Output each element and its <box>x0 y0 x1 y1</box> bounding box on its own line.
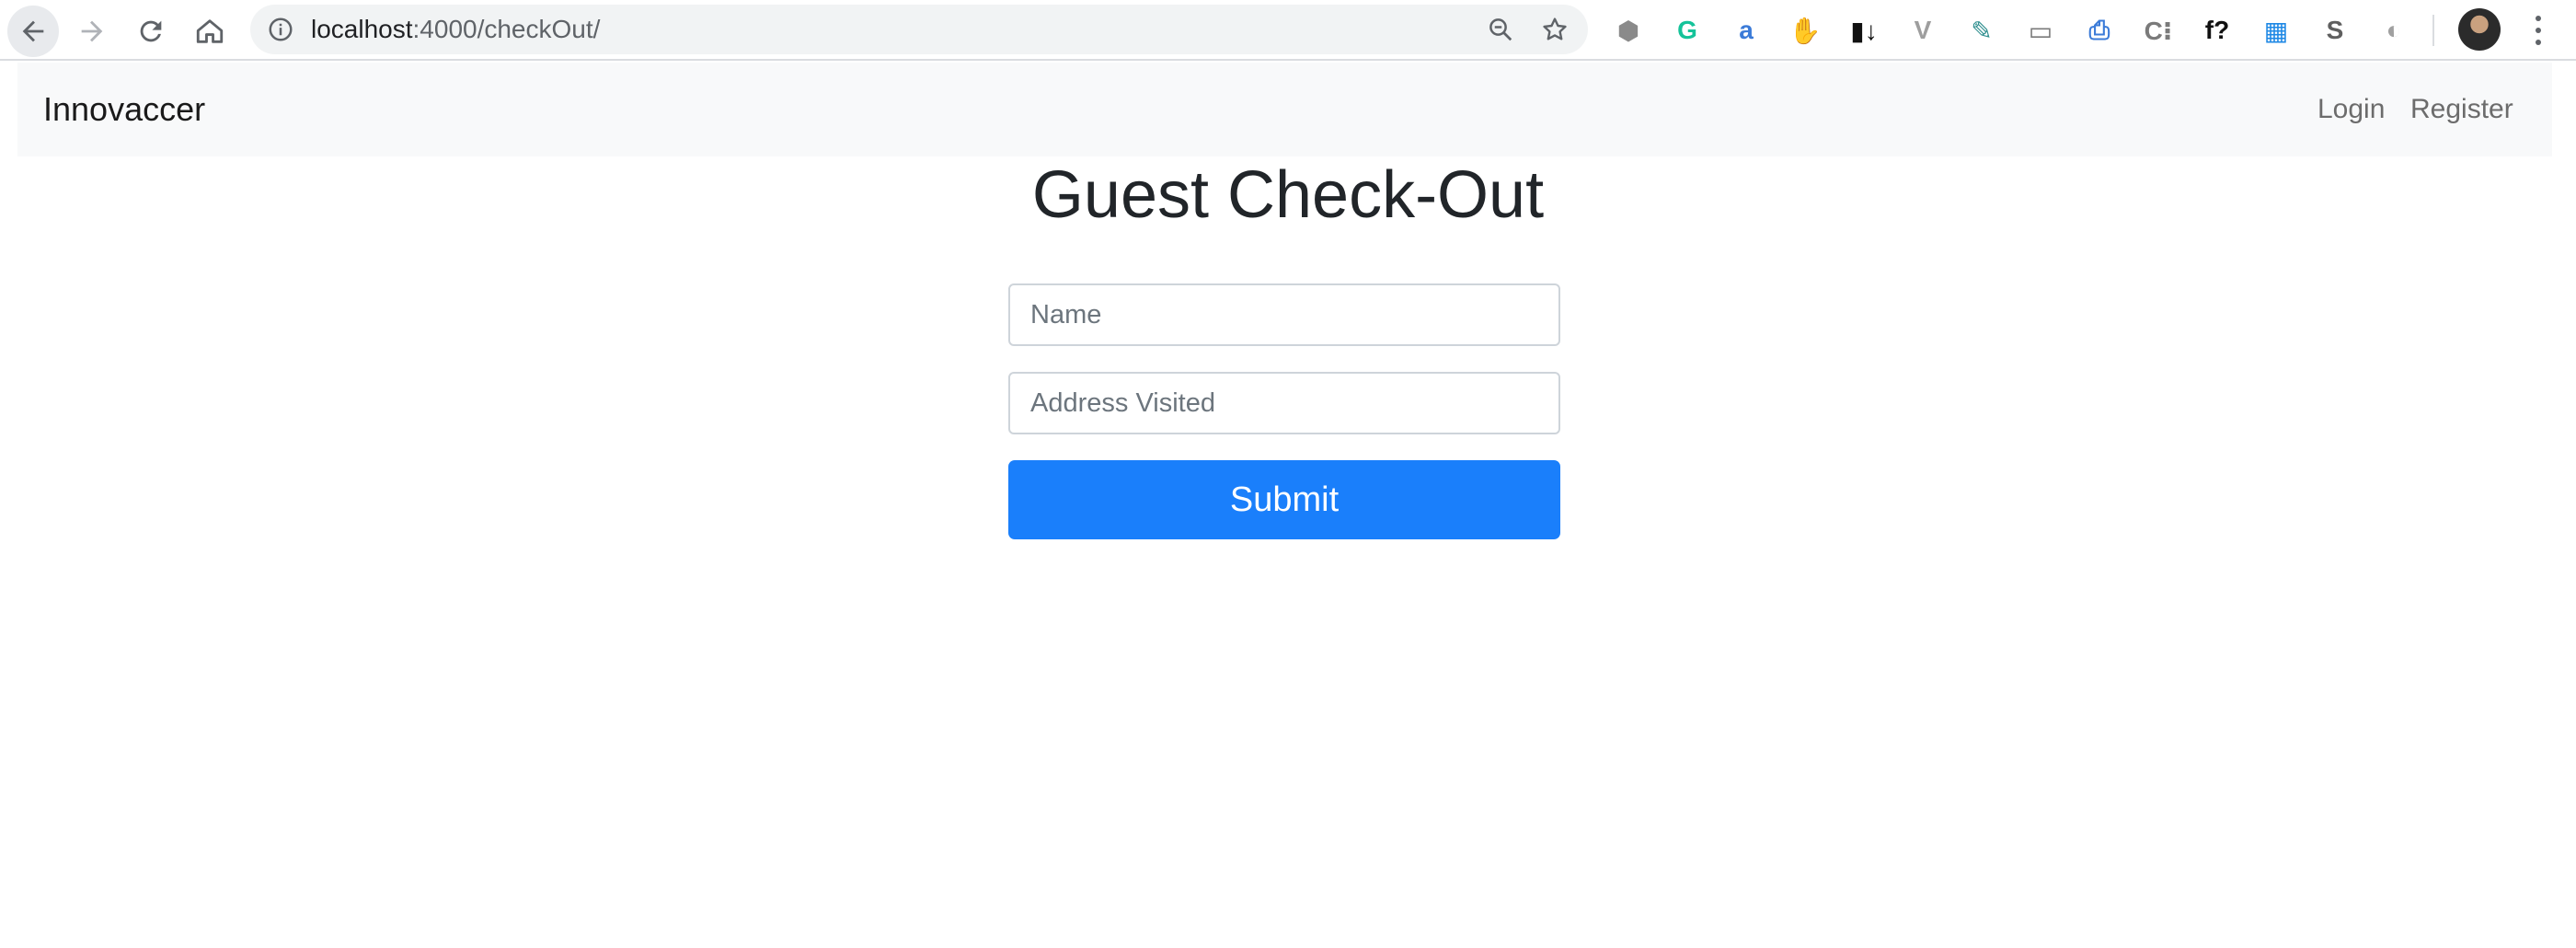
back-button[interactable] <box>7 6 59 57</box>
grammarly-icon[interactable]: G <box>1669 12 1706 49</box>
address-input[interactable] <box>1008 372 1560 434</box>
url-host: localhost <box>311 15 413 43</box>
page-title: Guest Check-Out <box>1031 158 1545 232</box>
arrow-right-icon <box>81 20 103 42</box>
login-link[interactable]: Login <box>2317 63 2385 156</box>
profile-avatar[interactable] <box>2458 8 2501 51</box>
stop-hand-icon[interactable]: ✋ <box>1787 12 1823 49</box>
url-text[interactable]: localhost:4000/checkOut/ <box>311 5 600 54</box>
site-navbar: Innovaccer Login Register <box>17 63 2552 156</box>
printer-extension-icon[interactable]: ⎙ <box>2081 12 2118 49</box>
address-bar[interactable]: localhost:4000/checkOut/ <box>250 5 1588 54</box>
vue-devtools-icon[interactable]: V <box>1904 12 1941 49</box>
home-button[interactable] <box>184 6 236 57</box>
c-extension-icon[interactable]: C⁝ <box>2140 12 2177 49</box>
a-extension-icon[interactable]: a <box>1728 12 1765 49</box>
cast-window-icon[interactable]: ▭ <box>2022 12 2059 49</box>
submit-button[interactable]: Submit <box>1008 460 1560 539</box>
zoom-icon[interactable] <box>1487 16 1514 43</box>
info-icon[interactable] <box>267 16 294 43</box>
forward-button[interactable] <box>66 6 118 57</box>
browser-menu-icon[interactable] <box>2524 13 2552 48</box>
s-extension-icon[interactable]: S <box>2317 12 2353 49</box>
toolbar-divider <box>2432 15 2434 46</box>
reload-button[interactable] <box>125 6 177 57</box>
register-link[interactable]: Register <box>2410 63 2513 156</box>
circle-extension-icon[interactable]: ◐ <box>2375 12 2412 49</box>
whatfont-icon[interactable]: f? <box>2199 12 2236 49</box>
brand-link[interactable]: Innovaccer <box>43 63 205 156</box>
name-input[interactable] <box>1008 283 1560 346</box>
bookmark-star-icon[interactable] <box>1540 15 1570 44</box>
home-icon <box>196 19 224 43</box>
url-path: :4000/checkOut/ <box>412 15 601 43</box>
reload-icon <box>140 20 162 42</box>
arrow-left-icon <box>22 20 44 42</box>
eyedropper-icon[interactable]: ✎ <box>1963 12 2000 49</box>
browser-toolbar: localhost:4000/checkOut/ ⬢ Ga ✋ ▮↓ V ✎ ▭ ⎙ C⁝ f? ▦… <box>0 0 2576 61</box>
cube-extension-icon[interactable]: ⬢ <box>1610 12 1647 49</box>
window-layout-icon[interactable]: ▦ <box>2258 12 2294 49</box>
bars-arrow-icon[interactable]: ▮↓ <box>1846 12 1882 49</box>
